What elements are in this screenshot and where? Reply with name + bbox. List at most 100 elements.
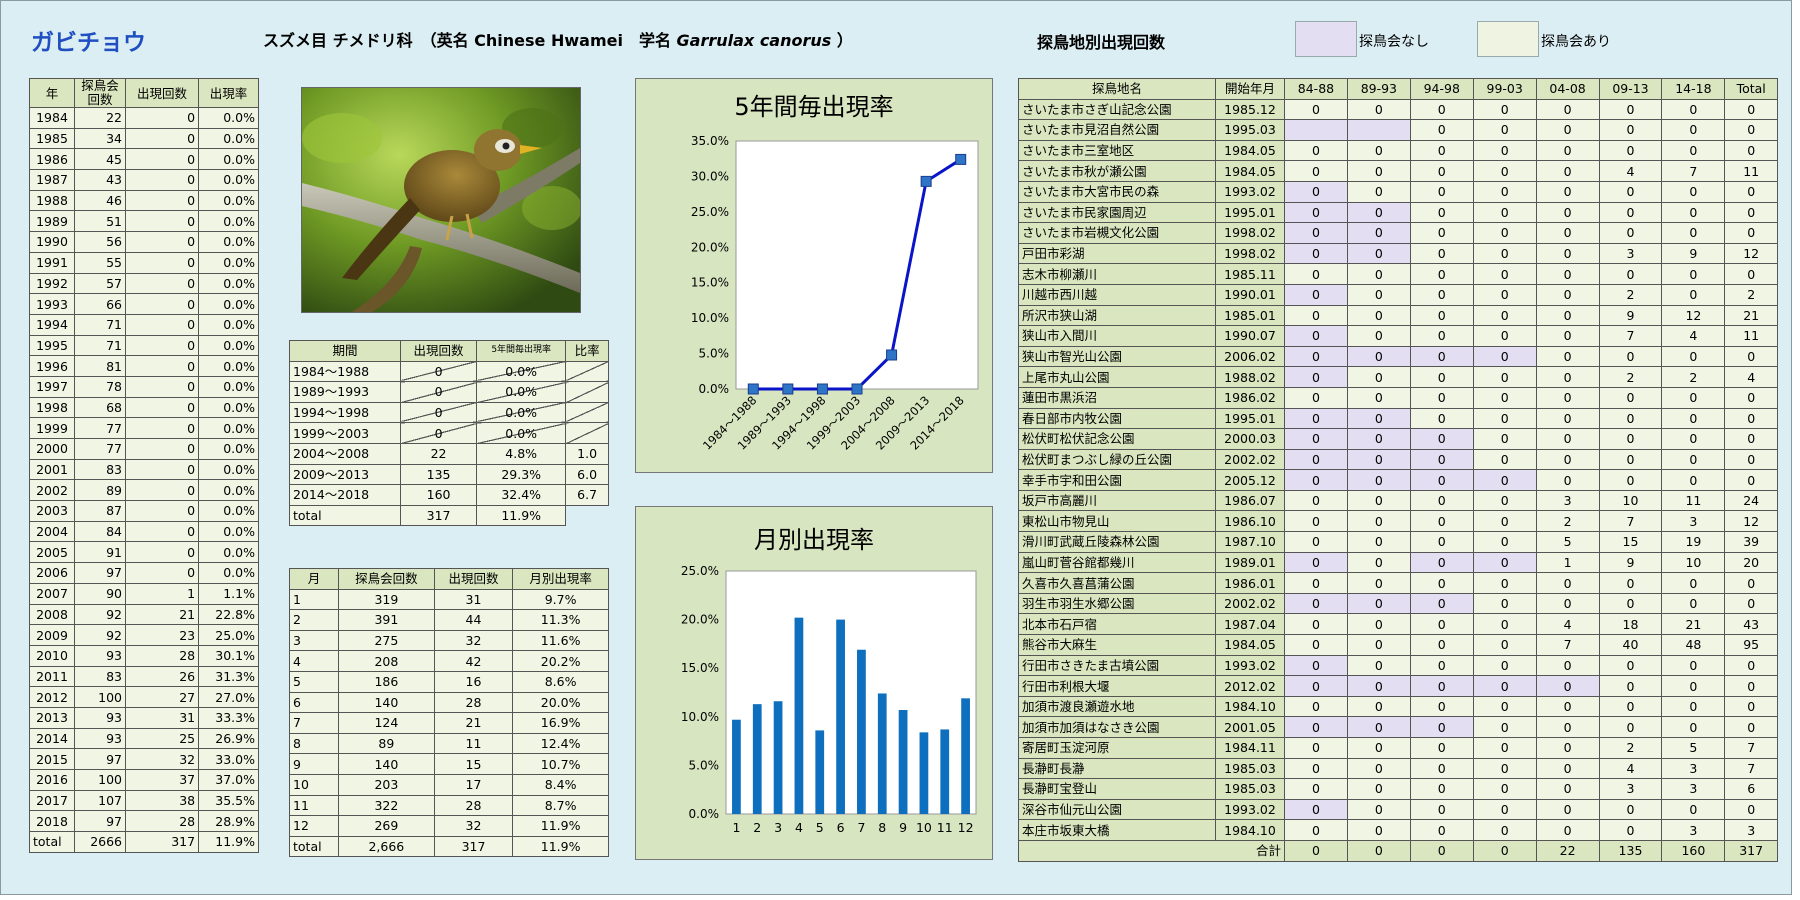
site-count-cell: 7 — [1598, 510, 1663, 533]
period-table: 期間 出現回数 5年間毎出現率 比率 1984～1988 0 0.0% 1989～1993 0… — [289, 340, 609, 527]
monthly-row: 10 203 17 8.4% — [288, 773, 609, 796]
site-count-cell: 0 — [1724, 180, 1778, 203]
site-count-cell: 0 — [1472, 304, 1537, 327]
site-count-cell: 7 — [1598, 325, 1663, 347]
site-row: 上尾市丸山公園 1988.02 0 0 0 0 0 2 2 4 — [1018, 366, 1778, 388]
site-count-cell: 4 — [1598, 757, 1663, 780]
monthly-rate-x-tick: 9 — [899, 820, 907, 835]
site-count-cell: 0 — [1472, 366, 1537, 388]
site-count-cell: 0 — [1472, 263, 1537, 285]
site-name: 志木市柳瀬川 — [1018, 263, 1216, 285]
monthly-row: 6 140 28 20.0% — [288, 691, 609, 714]
yearly-cell: 71 — [74, 313, 126, 336]
yearly-table: 年探鳥会回数 出現回数 出現率 1984 22 0 0.0% 1985 34 0 0.0% 1986… — [29, 78, 259, 853]
site-count-cell: 0 — [1284, 201, 1348, 224]
five-year-rate-plot-area — [735, 140, 979, 390]
site-count-cell: 0 — [1724, 263, 1778, 285]
yearly-cell: 0.0% — [198, 334, 259, 357]
site-start: 1987.04 — [1215, 613, 1285, 636]
yearly-cell: 0 — [124, 189, 200, 212]
site-name: さいたま市大宮市民の森 — [1018, 180, 1216, 203]
five-year-rate-y-tick: 35.0% — [691, 134, 729, 148]
yearly-cell: 317 — [124, 831, 200, 853]
site-row: さいたま市民家園周辺 1995.01 0 0 0 0 0 0 0 0 — [1018, 201, 1778, 224]
site-count-cell: 0 — [1346, 613, 1411, 636]
site-count-cell: 0 — [1409, 489, 1474, 512]
site-count-cell: 0 — [1346, 757, 1411, 780]
site-count-cell: 0 — [1535, 160, 1600, 182]
site-start: 1990.07 — [1215, 325, 1285, 347]
monthly-row: 7 124 21 16.9% — [288, 712, 609, 734]
site-count-cell: 0 — [1661, 798, 1726, 821]
site-count-cell: 43 — [1724, 613, 1778, 636]
monthly-cell: 11.3% — [512, 609, 609, 631]
site-count-cell: 0 — [1346, 283, 1411, 306]
yearly-cell: 0 — [124, 417, 200, 439]
site-row: 滑川町武蔵丘陵森林公園 1987.10 0 0 0 0 5 15 19 39 — [1018, 531, 1778, 553]
monthly-cell: 31 — [433, 588, 514, 611]
site-count-cell: 0 — [1284, 160, 1348, 182]
site-count-cell: 0 — [1409, 634, 1474, 656]
site-count-cell: 0 — [1598, 716, 1663, 738]
yearly-cell: 2011 — [29, 665, 75, 688]
five-year-rate-chart-svg: 5年間毎出現率 0.0% 5.0% 10.0% 15.0% 20.0% 25.0% 30.0… — [691, 93, 979, 453]
yearly-row: 1994 71 0 0.0% — [29, 313, 259, 336]
site-count-cell: 11 — [1661, 489, 1726, 512]
period-ratio: 6.0 — [565, 463, 609, 486]
period-label: 1999～2003 — [289, 422, 401, 444]
period-rate: 0.0% — [476, 422, 567, 444]
site-count-cell: 0 — [1472, 283, 1537, 306]
site-count-cell: 3 — [1535, 489, 1600, 512]
site-count-cell: 0 — [1284, 98, 1348, 121]
site-start: 1986.10 — [1215, 510, 1285, 533]
yearly-cell: 34 — [74, 127, 126, 150]
site-count-cell: 10 — [1661, 551, 1726, 574]
site-row: 幸手市宇和田公園 2005.12 0 0 0 0 0 0 0 0 — [1018, 469, 1778, 491]
five-year-rate-y-tick: 25.0% — [691, 205, 729, 219]
site-count-cell: 0 — [1472, 428, 1537, 450]
site-count-cell: 0 — [1598, 201, 1663, 224]
period-rate: 4.8% — [476, 442, 567, 465]
site-start: 1988.02 — [1215, 366, 1285, 388]
site-name: 戸田市彩湖 — [1018, 242, 1216, 265]
period-col-header: 5年間毎出現率 — [476, 340, 567, 362]
yearly-cell: 0.0% — [198, 272, 259, 295]
monthly-cell: 11.9% — [512, 835, 609, 858]
five-year-rate-y-tick: 5.0% — [699, 347, 730, 361]
yearly-cell: 0.0% — [198, 417, 259, 439]
yearly-row: 1984 22 0 0.0% — [29, 107, 259, 129]
yearly-row: 1988 46 0 0.0% — [29, 189, 259, 212]
site-name: 北本市石戸宿 — [1018, 613, 1216, 636]
site-start: 2002.02 — [1215, 448, 1285, 471]
yearly-cell: 2017 — [29, 789, 75, 812]
site-count-cell: 0 — [1346, 366, 1411, 388]
yearly-cell: 0.0% — [198, 148, 259, 171]
monthly-row: 5 186 16 8.6% — [288, 670, 609, 693]
site-count-cell: 0 — [1284, 304, 1348, 327]
yearly-cell: 0 — [124, 107, 200, 129]
yearly-cell: 22.8% — [198, 603, 259, 626]
yearly-cell: 37 — [124, 769, 200, 791]
species-title: ガビチョウ — [31, 30, 146, 56]
period-count: 0 — [399, 381, 478, 403]
monthly-rate-x-tick: 8 — [878, 820, 886, 835]
yearly-cell: 57 — [74, 272, 126, 295]
site-count-cell: 0 — [1472, 634, 1537, 656]
site-count-cell: 0 — [1535, 180, 1600, 203]
yearly-cell: 2018 — [29, 810, 75, 833]
site-start: 1989.01 — [1215, 551, 1285, 574]
yearly-cell: 28 — [124, 810, 200, 833]
site-col-header: 09-13 — [1598, 78, 1663, 100]
site-row: 嵐山町菅谷館都幾川 1989.01 0 0 0 0 1 9 10 20 — [1018, 551, 1778, 574]
site-count-cell: 0 — [1598, 798, 1663, 821]
monthly-cell: 3 — [288, 629, 340, 652]
site-count-cell: 0 — [1284, 469, 1348, 491]
site-col-header: 探鳥地名 — [1018, 78, 1216, 100]
site-start: 1998.02 — [1215, 222, 1285, 244]
period-total-count: 317 — [399, 504, 478, 527]
site-count-cell: 95 — [1724, 634, 1778, 656]
site-name: さいたま市三室地区 — [1018, 139, 1216, 162]
site-count-cell: 0 — [1409, 757, 1474, 780]
site-count-cell: 12 — [1724, 242, 1778, 265]
site-count-cell: 0 — [1661, 386, 1726, 409]
